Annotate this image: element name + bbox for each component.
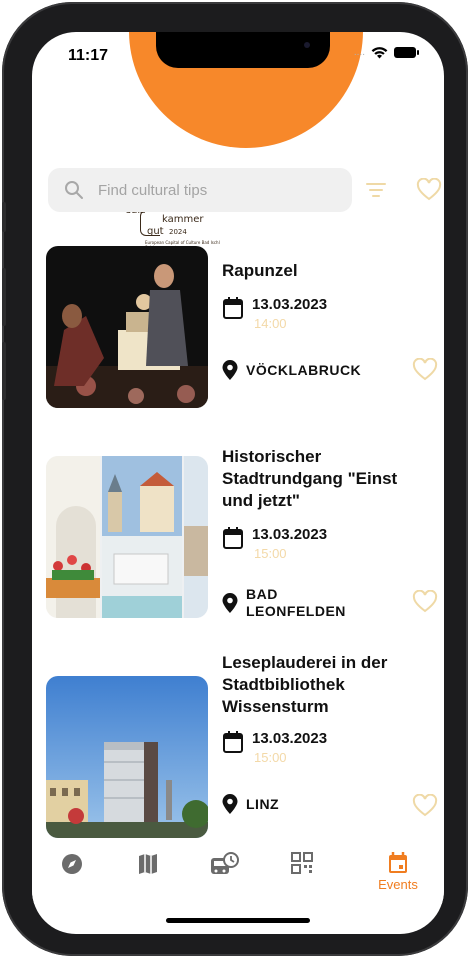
event-location-row: VÖCKLABRUCK: [222, 360, 361, 380]
event-image-stadtrundgang: [46, 456, 208, 618]
tab-transport[interactable]: [194, 852, 254, 898]
search-bar[interactable]: Find cultural tips: [48, 168, 352, 212]
mute-switch: [2, 202, 6, 232]
event-time: 14:00: [254, 316, 287, 331]
qr-code-icon: [291, 852, 313, 874]
bottom-tab-bar: Events: [32, 840, 444, 904]
event-time: 15:00: [254, 546, 287, 561]
favorites-heart-icon[interactable]: [416, 178, 442, 202]
event-date: 13.03.2023: [252, 730, 328, 747]
event-time: 15:00: [254, 750, 287, 765]
calendar-icon: [223, 527, 243, 549]
event-location: BAD LEONFELDEN: [246, 586, 346, 619]
phone-frame: salz kammer gut 2024 European Capital of…: [2, 2, 468, 956]
device-notch: [156, 32, 330, 68]
home-indicator: [166, 918, 310, 923]
tab-events-label: Events: [378, 877, 418, 892]
favorite-heart-icon[interactable]: [412, 358, 438, 382]
tab-qr[interactable]: [272, 852, 332, 898]
app-screen: salz kammer gut 2024 European Capital of…: [32, 32, 444, 934]
wifi-icon: [371, 47, 388, 59]
location-pin-icon: [222, 794, 238, 814]
event-location-row: LINZ: [222, 794, 279, 814]
event-card[interactable]: Leseplauderei in der Stadtbibliothek Wis…: [46, 652, 438, 838]
compass-icon: [62, 854, 82, 874]
tab-map[interactable]: [118, 852, 178, 898]
event-title: Leseplauderei in der Stadtbibliothek Wis…: [222, 653, 388, 716]
calendar-icon: [389, 852, 407, 873]
search-icon: [65, 181, 83, 199]
battery-icon: [394, 47, 419, 58]
status-time: 11:17: [68, 47, 109, 64]
logo-text-gut: gut: [147, 226, 164, 237]
event-location-row: BAD LEONFELDEN: [222, 586, 356, 620]
camera-dot: [304, 42, 310, 48]
map-icon: [139, 854, 157, 874]
calendar-icon: [223, 297, 243, 319]
tab-explore[interactable]: [42, 852, 102, 898]
favorite-heart-icon[interactable]: [412, 590, 438, 614]
event-date: 13.03.2023: [252, 526, 328, 543]
location-pin-icon: [222, 360, 238, 380]
logo-text-kammer: kammer: [162, 214, 204, 225]
signal-dots: ....: [353, 47, 365, 58]
location-pin-icon: [222, 593, 238, 613]
event-date: 13.03.2023: [252, 296, 328, 313]
filter-icon[interactable]: [364, 178, 388, 202]
event-location: VÖCKLABRUCK: [246, 361, 362, 378]
event-card[interactable]: Historischer Stadtrundgang "Einst und je…: [46, 446, 438, 626]
favorite-heart-icon[interactable]: [412, 794, 438, 818]
tab-events[interactable]: Events: [368, 852, 428, 898]
event-image-wissensturm: [46, 676, 208, 838]
status-icons: ....: [353, 46, 419, 59]
calendar-icon: [223, 731, 243, 753]
logo-year: 2024: [169, 228, 187, 236]
event-image-rapunzel: [46, 246, 208, 408]
volume-down-button: [2, 342, 6, 400]
search-input[interactable]: Find cultural tips: [98, 182, 207, 199]
bus-clock-icon: [211, 852, 239, 874]
volume-up-button: [2, 268, 6, 326]
event-title: Rapunzel: [222, 261, 298, 280]
event-title: Historischer Stadtrundgang "Einst und je…: [222, 447, 398, 510]
event-card[interactable]: Rapunzel 13.03.2023 14:00 VÖCKLABRUCK: [46, 246, 438, 408]
event-location: LINZ: [246, 795, 280, 812]
